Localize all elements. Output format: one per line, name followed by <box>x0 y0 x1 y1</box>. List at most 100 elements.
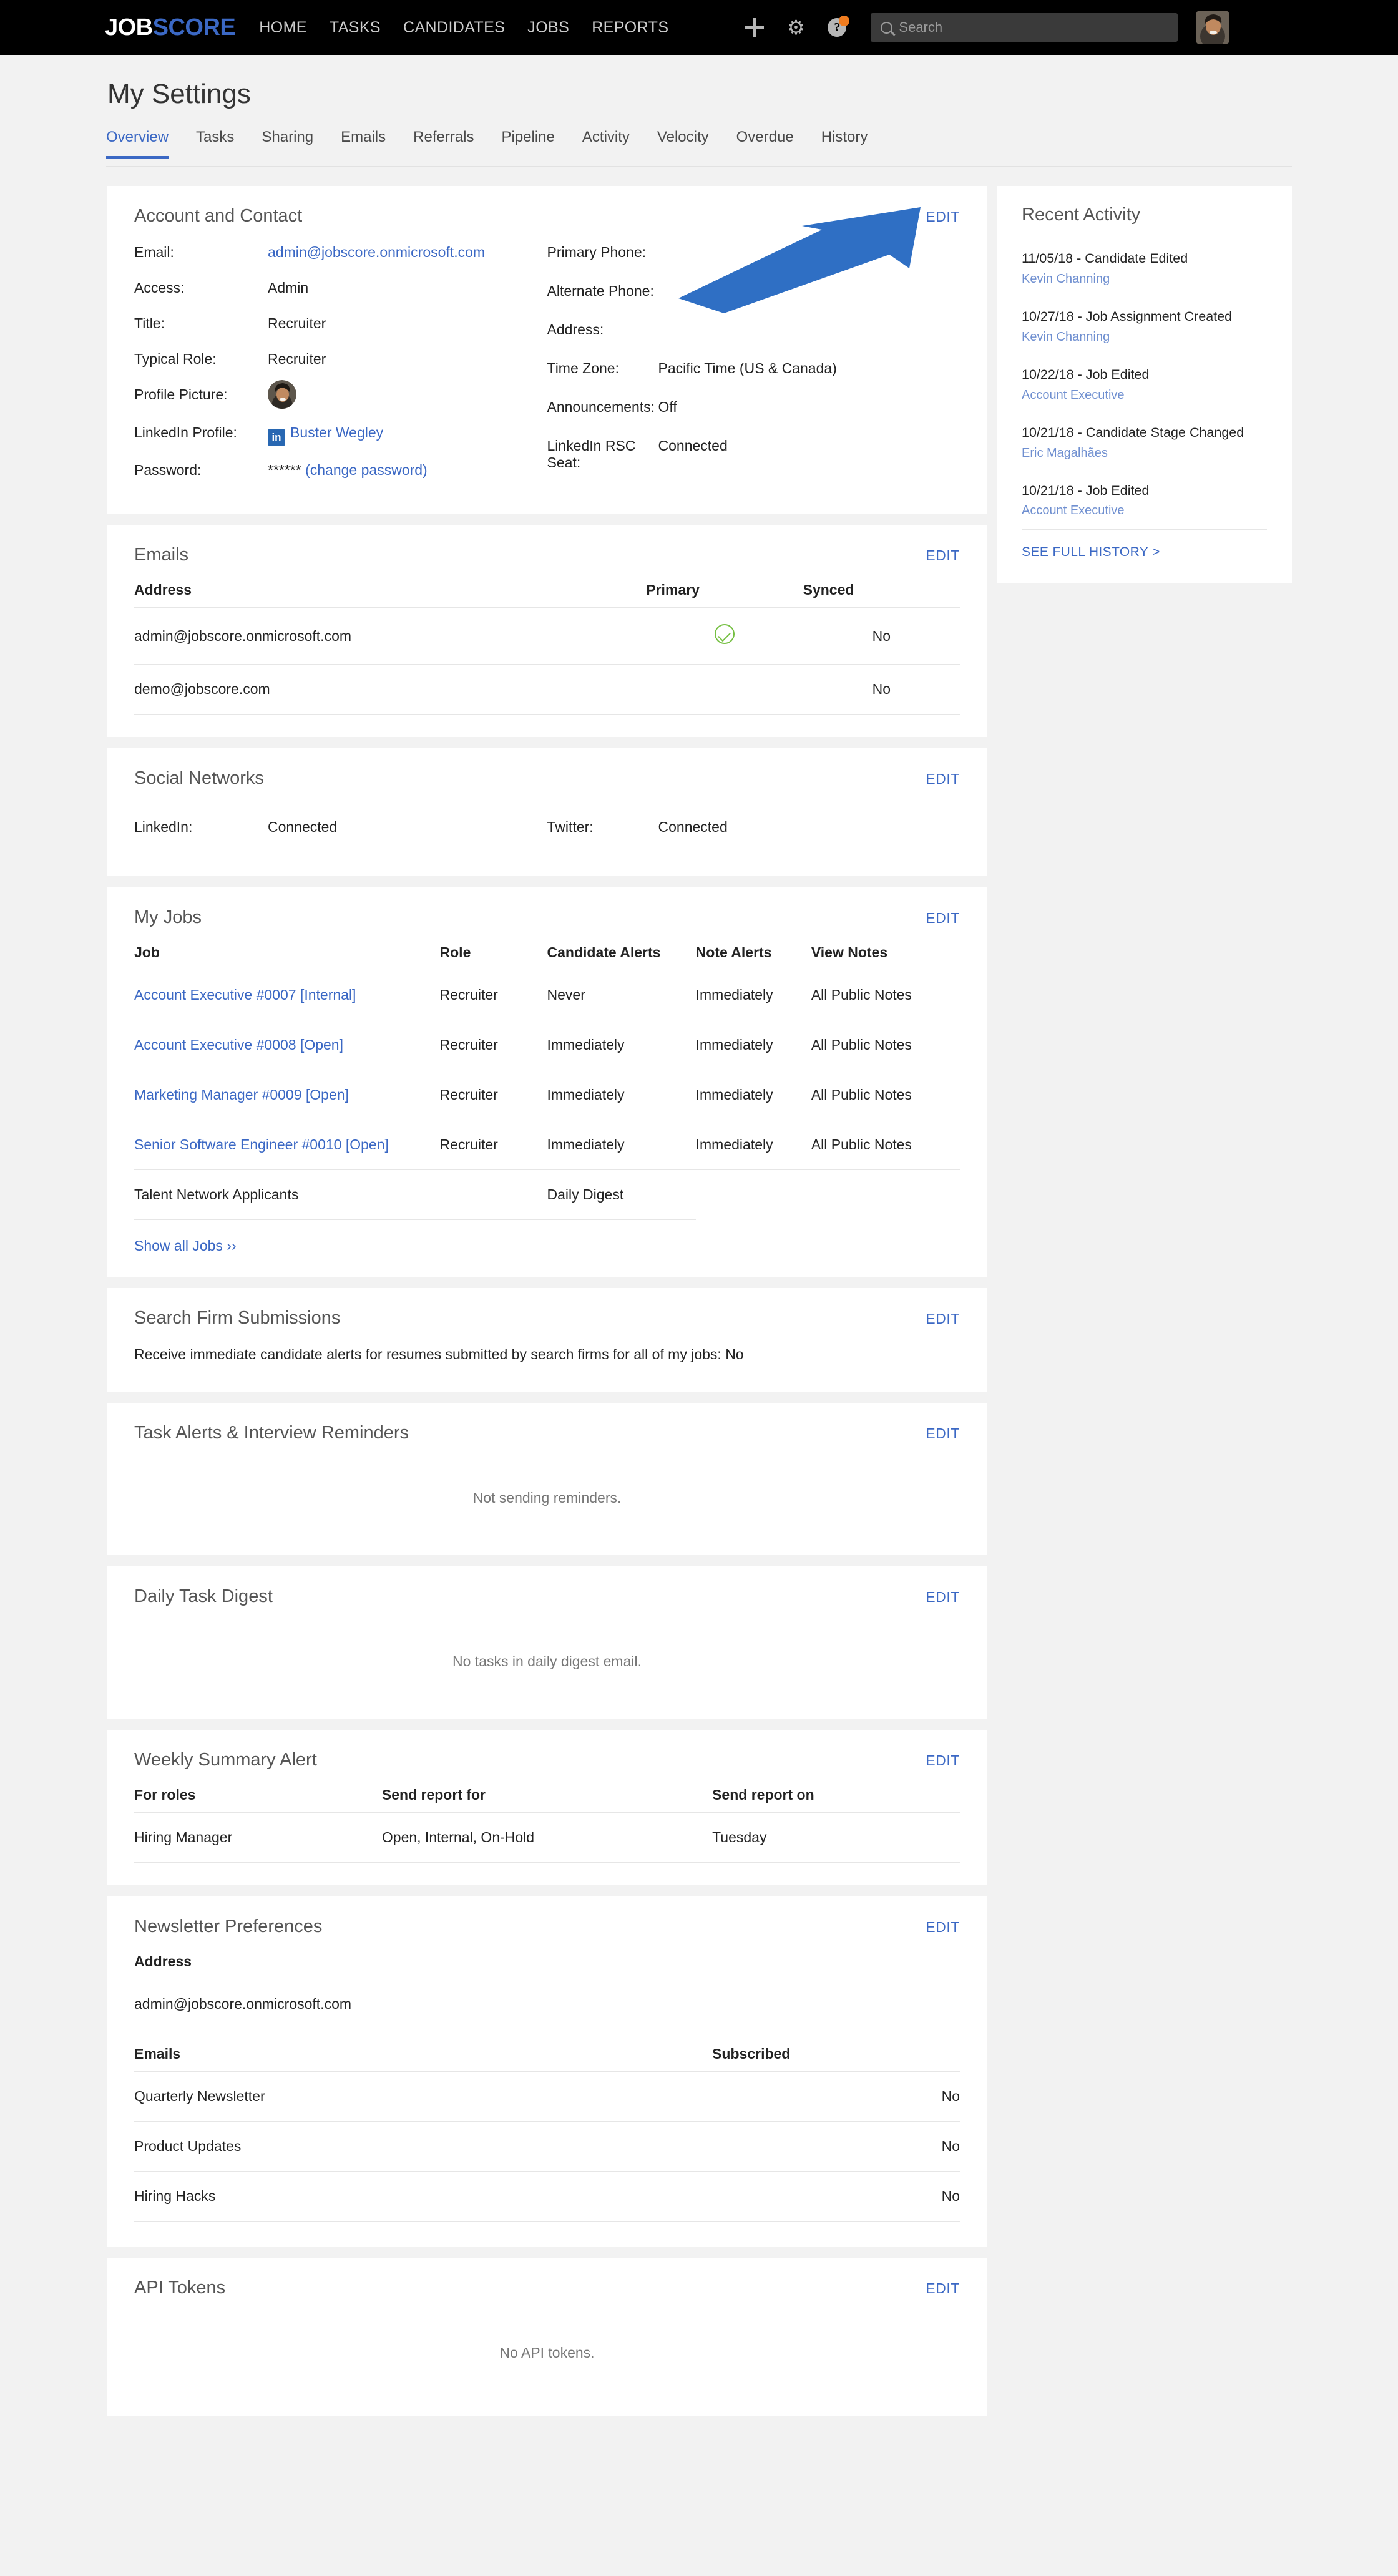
activity-subject-link[interactable]: Account Executive <box>1022 504 1267 518</box>
list-item[interactable]: 10/21/18 - Candidate Stage Changed Eric … <box>1022 414 1267 472</box>
nav-item-candidates[interactable]: CANDIDATES <box>403 19 505 37</box>
change-password-link[interactable]: (change password) <box>305 462 428 478</box>
api-tokens-card: API Tokens EDIT No API tokens. <box>107 2258 987 2416</box>
table-row: Senior Software Engineer #0010 [Open] Re… <box>134 1120 960 1170</box>
list-item[interactable]: 10/27/18 - Job Assignment Created Kevin … <box>1022 298 1267 356</box>
profile-picture-avatar[interactable] <box>268 380 296 409</box>
tab-history[interactable]: History <box>821 129 868 156</box>
api-tokens-card-title: API Tokens <box>134 2278 226 2298</box>
job-link[interactable]: Account Executive #0007 [Internal] <box>134 987 356 1003</box>
nav-item-jobs[interactable]: JOBS <box>527 19 569 37</box>
job-candidate-alerts: Immediately <box>547 1120 696 1170</box>
job-name-cell: Account Executive #0008 [Open] <box>134 1020 440 1070</box>
notification-badge <box>839 16 850 26</box>
see-full-history-link[interactable]: SEE FULL HISTORY > <box>1022 545 1160 560</box>
col-job: Job <box>134 944 440 970</box>
list-item[interactable]: 10/21/18 - Job Edited Account Executive <box>1022 472 1267 530</box>
job-candidate-alerts: Never <box>547 970 696 1020</box>
plus-icon[interactable] <box>741 14 768 41</box>
page-title: My Settings <box>107 79 251 109</box>
my-jobs-table: Job Role Candidate Alerts Note Alerts Vi… <box>134 944 960 1220</box>
edit-task-alerts-button[interactable]: EDIT <box>926 1425 960 1442</box>
tab-velocity[interactable]: Velocity <box>657 129 709 156</box>
field-profile-picture-label: Profile Picture: <box>134 386 228 402</box>
tab-tasks[interactable]: Tasks <box>196 129 234 156</box>
linkedin-icon: in <box>268 429 285 446</box>
table-row: Talent Network Applicants Daily Digest <box>134 1169 960 1220</box>
field-title-value: Recruiter <box>268 315 326 331</box>
field-typical-role: Typical Role: Recruiter <box>134 351 547 371</box>
my-jobs-card-title: My Jobs <box>134 907 202 927</box>
list-item[interactable]: 11/05/18 - Candidate Edited Kevin Channi… <box>1022 240 1267 298</box>
nav-item-home[interactable]: HOME <box>259 19 307 37</box>
jobscore-logo[interactable]: JOBSCORE <box>105 14 236 41</box>
my-jobs-table-header: Job Role Candidate Alerts Note Alerts Vi… <box>134 944 960 970</box>
tab-emails[interactable]: Emails <box>341 129 386 156</box>
tab-pipeline[interactable]: Pipeline <box>502 129 555 156</box>
job-view-notes: All Public Notes <box>811 970 960 1020</box>
list-item[interactable]: 10/22/18 - Job Edited Account Executive <box>1022 356 1267 414</box>
edit-weekly-button[interactable]: EDIT <box>926 1752 960 1769</box>
sidebar-column: Recent Activity 11/05/18 - Candidate Edi… <box>997 186 1292 584</box>
avatar[interactable] <box>1196 11 1229 44</box>
job-note-alerts: Immediately <box>695 970 811 1020</box>
col-view-notes: View Notes <box>811 944 960 970</box>
edit-account-button[interactable]: EDIT <box>926 208 960 225</box>
tab-sharing[interactable]: Sharing <box>262 129 313 156</box>
nav-item-reports[interactable]: REPORTS <box>592 19 668 37</box>
field-linkedin-profile-value[interactable]: Buster Wegley <box>290 424 383 441</box>
field-access-value: Admin <box>268 280 309 296</box>
job-note-alerts: Immediately <box>695 1120 811 1170</box>
activity-subject-link[interactable]: Account Executive <box>1022 388 1267 402</box>
edit-emails-button[interactable]: EDIT <box>926 547 960 564</box>
emails-card: Emails EDIT Address Primary Synced admin… <box>107 525 987 737</box>
job-link[interactable]: Senior Software Engineer #0010 [Open] <box>134 1136 389 1153</box>
email-address: demo@jobscore.com <box>134 664 647 715</box>
gear-icon[interactable]: ⚙ <box>782 14 809 41</box>
col-synced: Synced <box>803 582 960 608</box>
activity-title: 10/21/18 - Candidate Stage Changed <box>1022 424 1244 440</box>
help-icon[interactable]: ? <box>823 14 851 41</box>
field-linkedin-rsc-seat-label: LinkedIn RSC Seat: <box>547 437 636 471</box>
col-candidate-alerts: Candidate Alerts <box>547 944 696 970</box>
tab-activity[interactable]: Activity <box>582 129 630 156</box>
edit-search-firm-button[interactable]: EDIT <box>926 1310 960 1327</box>
edit-social-button[interactable]: EDIT <box>926 771 960 788</box>
field-address: Address: <box>547 321 961 340</box>
activity-subject-link[interactable]: Eric Magalhães <box>1022 446 1267 461</box>
newsletter-subs-header: Emails Subscribed <box>134 2046 960 2072</box>
field-linkedin-value: Connected <box>268 819 338 835</box>
field-email-value[interactable]: admin@jobscore.onmicrosoft.com <box>268 244 485 260</box>
main-nav-links: HOME TASKS CANDIDATES JOBS REPORTS <box>259 19 691 37</box>
search-input[interactable]: Search <box>871 13 1178 42</box>
nav-item-tasks[interactable]: TASKS <box>330 19 381 37</box>
job-view-notes: All Public Notes <box>811 1020 960 1070</box>
edit-my-jobs-button[interactable]: EDIT <box>926 910 960 927</box>
field-announcements-label: Announcements: <box>547 399 655 415</box>
show-all-jobs-link[interactable]: Show all Jobs ›› <box>134 1237 237 1254</box>
edit-api-tokens-button[interactable]: EDIT <box>926 2280 960 2297</box>
field-linkedin-rsc-seat-value: Connected <box>658 437 728 454</box>
tab-referrals[interactable]: Referrals <box>413 129 474 156</box>
job-note-alerts: Immediately <box>695 1020 811 1070</box>
tab-overdue[interactable]: Overdue <box>736 129 794 156</box>
edit-newsletter-button[interactable]: EDIT <box>926 1919 960 1936</box>
tab-overview[interactable]: Overview <box>106 129 169 159</box>
activity-subject-link[interactable]: Kevin Channing <box>1022 330 1267 344</box>
col-newsletter-emails: Emails <box>134 2046 713 2072</box>
field-primary-phone-label: Primary Phone: <box>547 244 647 260</box>
search-icon <box>881 21 893 34</box>
col-send-report-on: Send report on <box>712 1787 960 1813</box>
logo-job-text: JOB <box>105 14 153 41</box>
field-title-label: Title: <box>134 315 165 331</box>
field-twitter-value: Connected <box>658 819 728 835</box>
logo-score-text: SCORE <box>152 14 236 41</box>
email-primary-cell <box>646 664 803 715</box>
job-link[interactable]: Marketing Manager #0009 [Open] <box>134 1086 349 1103</box>
newsletter-name: Quarterly Newsletter <box>134 2071 713 2122</box>
edit-daily-digest-button[interactable]: EDIT <box>926 1589 960 1606</box>
newsletter-preferences-card: Newsletter Preferences EDIT Address admi… <box>107 1896 987 2247</box>
job-link[interactable]: Account Executive #0008 [Open] <box>134 1037 343 1053</box>
activity-subject-link[interactable]: Kevin Channing <box>1022 272 1267 286</box>
newsletter-name: Product Updates <box>134 2121 713 2172</box>
